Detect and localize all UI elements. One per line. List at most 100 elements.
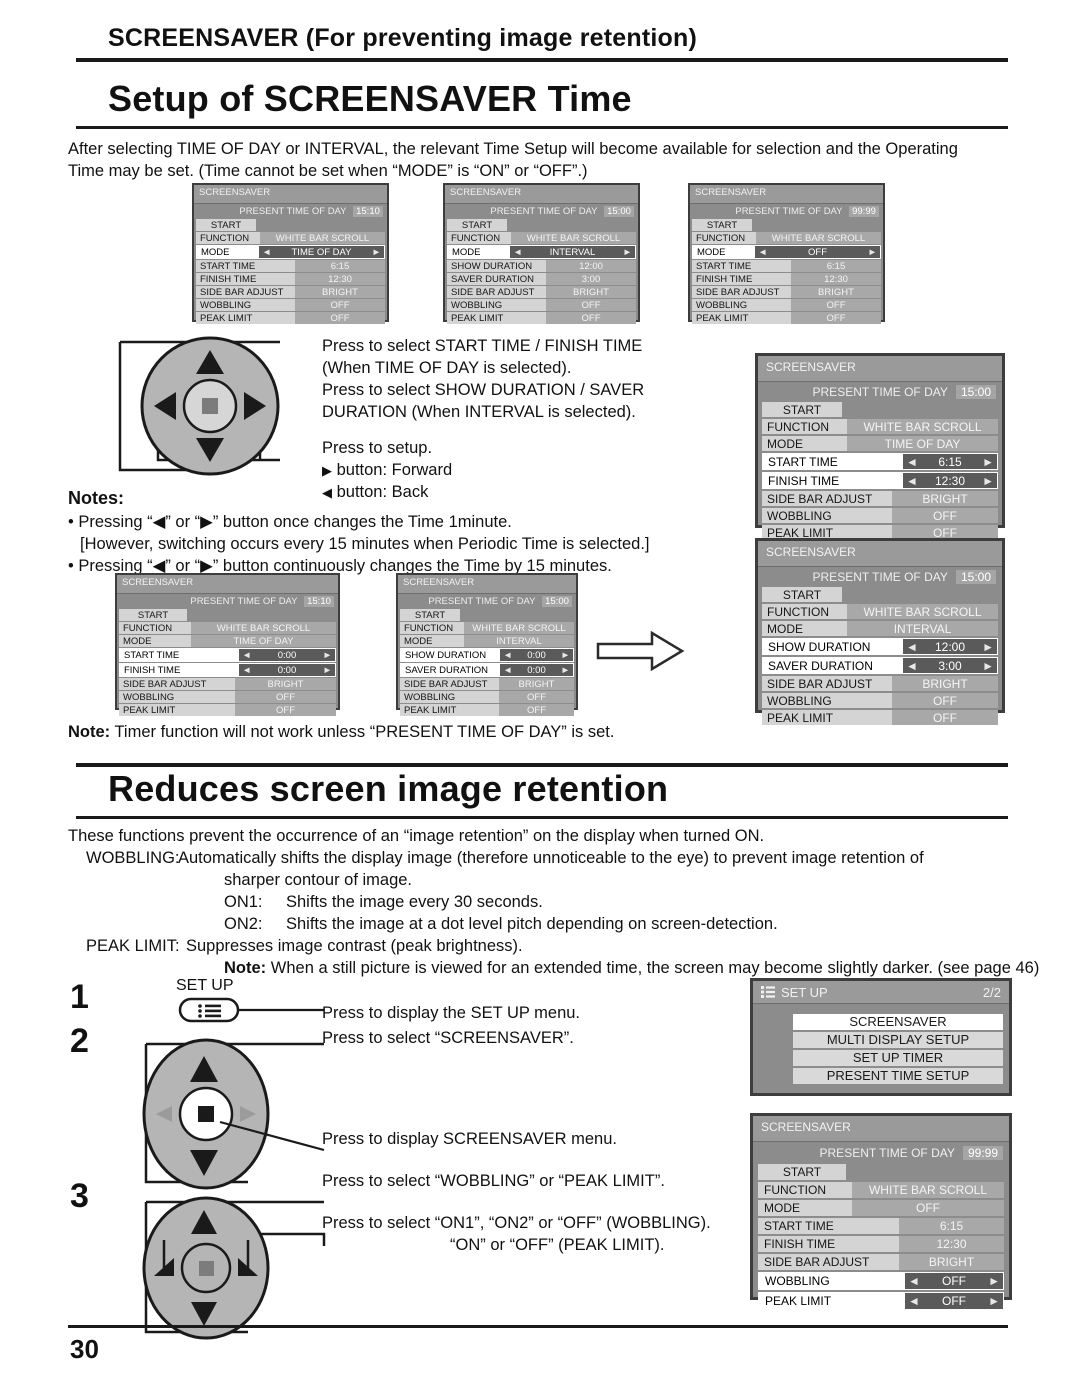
flow-arrow-right-icon <box>596 630 685 672</box>
menu-item-multi-display-setup[interactable]: MULTI DISPLAY SETUP <box>793 1032 1003 1048</box>
show-duration-arrow-left-icon[interactable]: ◄ <box>503 650 512 661</box>
note-line-1: • Pressing “◀” or “▶” button once change… <box>68 513 512 531</box>
timer-note-label: Note: <box>68 723 111 741</box>
instruction-line-4: DURATION (When INTERVAL is selected). <box>322 403 636 421</box>
start-time-value-text: 6:15 <box>938 454 962 469</box>
mode-arrow-right-icon[interactable]: ► <box>372 247 381 258</box>
start-time-label: START TIME <box>763 454 903 469</box>
wobbling-arrow-left-icon[interactable]: ◄ <box>908 1274 920 1288</box>
wobbling-value[interactable]: ◄ OFF ► <box>905 1273 1003 1289</box>
finish-time-value[interactable]: ◄ 0:00 ► <box>239 664 335 676</box>
start-time-arrow-left-icon[interactable]: ◄ <box>906 455 918 469</box>
navigation-wheel-diagram[interactable] <box>110 330 330 490</box>
mode-arrow-left-icon[interactable]: ◄ <box>758 247 767 258</box>
show-duration-value[interactable]: ◄ 0:00 ► <box>500 649 573 661</box>
function-value: WHITE BAR SCROLL <box>756 232 881 244</box>
start-time-value-text: 0:00 <box>277 649 297 661</box>
saver-duration-arrow-right-icon[interactable]: ► <box>982 659 994 673</box>
menu-item-screensaver[interactable]: SCREENSAVER <box>793 1014 1003 1030</box>
list-icon <box>761 986 776 998</box>
present-time-row: PRESENT TIME OF DAY 15:00 <box>445 204 638 219</box>
start-time-arrow-left-icon[interactable]: ◄ <box>242 650 251 661</box>
wobbling-arrow-right-icon[interactable]: ► <box>988 1274 1000 1288</box>
peak-limit-label: PEAK LIMIT <box>196 312 295 324</box>
start-button[interactable]: START <box>758 1164 846 1180</box>
wobbling-label: WOBBLING <box>119 691 235 703</box>
mode-value: INTERVAL <box>847 621 998 636</box>
finish-time-value-text: 12:30 <box>934 473 966 488</box>
start-button[interactable]: START <box>196 219 256 231</box>
mode-arrow-left-icon[interactable]: ◄ <box>262 247 271 258</box>
start-button[interactable]: START <box>400 609 460 621</box>
finish-time-arrow-right-icon[interactable]: ► <box>982 474 994 488</box>
saver-duration-value[interactable]: ◄ 3:00 ► <box>903 658 997 673</box>
start-button[interactable]: START <box>762 402 842 417</box>
show-duration-arrow-right-icon[interactable]: ► <box>982 640 994 654</box>
on2-text: Shifts the image at a dot level pitch de… <box>286 915 778 933</box>
instruction-line-6: ▶ button: Forward <box>322 459 452 482</box>
saver-duration-arrow-right-icon[interactable]: ► <box>561 665 570 676</box>
start-button[interactable]: START <box>447 219 507 231</box>
instruction-line-5: Press to setup. <box>322 439 433 457</box>
mode-value[interactable]: ◄ TIME OF DAY ► <box>259 246 384 258</box>
mode-value[interactable]: ◄ INTERVAL ► <box>510 246 635 258</box>
osd-title: SCREENSAVER <box>753 1116 1009 1142</box>
menu-item-set-up-timer[interactable]: SET UP TIMER <box>793 1050 1003 1066</box>
mode-value-text: INTERVAL <box>549 246 596 258</box>
show-duration-arrow-right-icon[interactable]: ► <box>561 650 570 661</box>
menu-item-present-time-setup[interactable]: PRESENT TIME SETUP <box>793 1068 1003 1084</box>
mode-arrow-right-icon[interactable]: ► <box>623 247 632 258</box>
timer-note: Note: Timer function will not work unles… <box>68 721 614 743</box>
mode-arrow-left-icon[interactable]: ◄ <box>513 247 522 258</box>
page-title-2: Reduces screen image retention <box>108 768 669 809</box>
finish-time-arrow-left-icon[interactable]: ◄ <box>242 665 251 676</box>
on2-key: ON2: <box>224 915 263 933</box>
finish-time-arrow-left-icon[interactable]: ◄ <box>906 474 918 488</box>
start-time-value[interactable]: ◄ 0:00 ► <box>239 649 335 661</box>
finish-time-value: 12:30 <box>295 273 385 285</box>
saver-duration-value[interactable]: ◄ 0:00 ► <box>500 664 573 676</box>
start-time-label: START TIME <box>196 260 295 272</box>
start-time-value: 6:15 <box>899 1218 1004 1234</box>
wobbling-value-text: OFF <box>942 1274 966 1288</box>
function-label: FUNCTION <box>400 622 464 634</box>
function-value: WHITE BAR SCROLL <box>464 622 574 634</box>
start-button[interactable]: START <box>119 609 187 621</box>
start-time-arrow-right-icon[interactable]: ► <box>323 650 332 661</box>
start-button[interactable]: START <box>762 587 842 602</box>
side-bar-adjust-label: SIDE BAR ADJUST <box>447 286 546 298</box>
function-label: FUNCTION <box>196 232 260 244</box>
finish-time-label: FINISH TIME <box>120 664 239 676</box>
peak-limit-arrow-right-icon[interactable]: ► <box>988 1294 1000 1308</box>
osd-title: SCREENSAVER <box>758 541 1002 567</box>
start-time-value[interactable]: ◄ 6:15 ► <box>903 454 997 469</box>
show-duration-arrow-left-icon[interactable]: ◄ <box>906 640 918 654</box>
osd-panel-setup-menu: SET UP 2/2 SCREENSAVER MULTI DISPLAY SET… <box>750 978 1012 1096</box>
osd-panel-mode-off: SCREENSAVER PRESENT TIME OF DAY 99:99 ST… <box>688 183 885 324</box>
present-time-row: PRESENT TIME OF DAY 15:00 <box>758 382 1002 402</box>
navigation-wheel-step-2[interactable] <box>128 1030 338 1195</box>
saver-duration-arrow-left-icon[interactable]: ◄ <box>906 659 918 673</box>
show-duration-label: SHOW DURATION <box>763 639 903 654</box>
saver-duration-arrow-left-icon[interactable]: ◄ <box>503 665 512 676</box>
osd-title: SCREENSAVER <box>758 356 1002 382</box>
osd-title: SCREENSAVER <box>690 185 883 204</box>
mode-arrow-right-icon[interactable]: ► <box>868 247 877 258</box>
start-time-arrow-right-icon[interactable]: ► <box>982 455 994 469</box>
present-time-row: PRESENT TIME OF DAY 15:10 <box>117 594 338 609</box>
mode-value[interactable]: ◄ OFF ► <box>755 246 880 258</box>
wobbling-value: OFF <box>295 299 385 311</box>
peak-limit-value[interactable]: ◄ OFF ► <box>905 1293 1003 1309</box>
side-bar-adjust-label: SIDE BAR ADJUST <box>762 491 892 506</box>
finish-time-arrow-right-icon[interactable]: ► <box>323 665 332 676</box>
show-duration-value[interactable]: ◄ 12:00 ► <box>903 639 997 654</box>
instruction-line-2: (When TIME OF DAY is selected). <box>322 359 572 377</box>
start-time-label: START TIME <box>758 1218 899 1234</box>
peak-limit-arrow-left-icon[interactable]: ◄ <box>908 1294 920 1308</box>
finish-time-value[interactable]: ◄ 12:30 ► <box>903 473 997 488</box>
peak-limit-label: PEAK LIMIT <box>762 710 892 725</box>
setup-remote-button[interactable] <box>178 997 240 1023</box>
page-title: Setup of SCREENSAVER Time <box>108 78 632 119</box>
start-button[interactable]: START <box>692 219 752 231</box>
navigation-wheel-step-3[interactable] <box>128 1190 338 1345</box>
